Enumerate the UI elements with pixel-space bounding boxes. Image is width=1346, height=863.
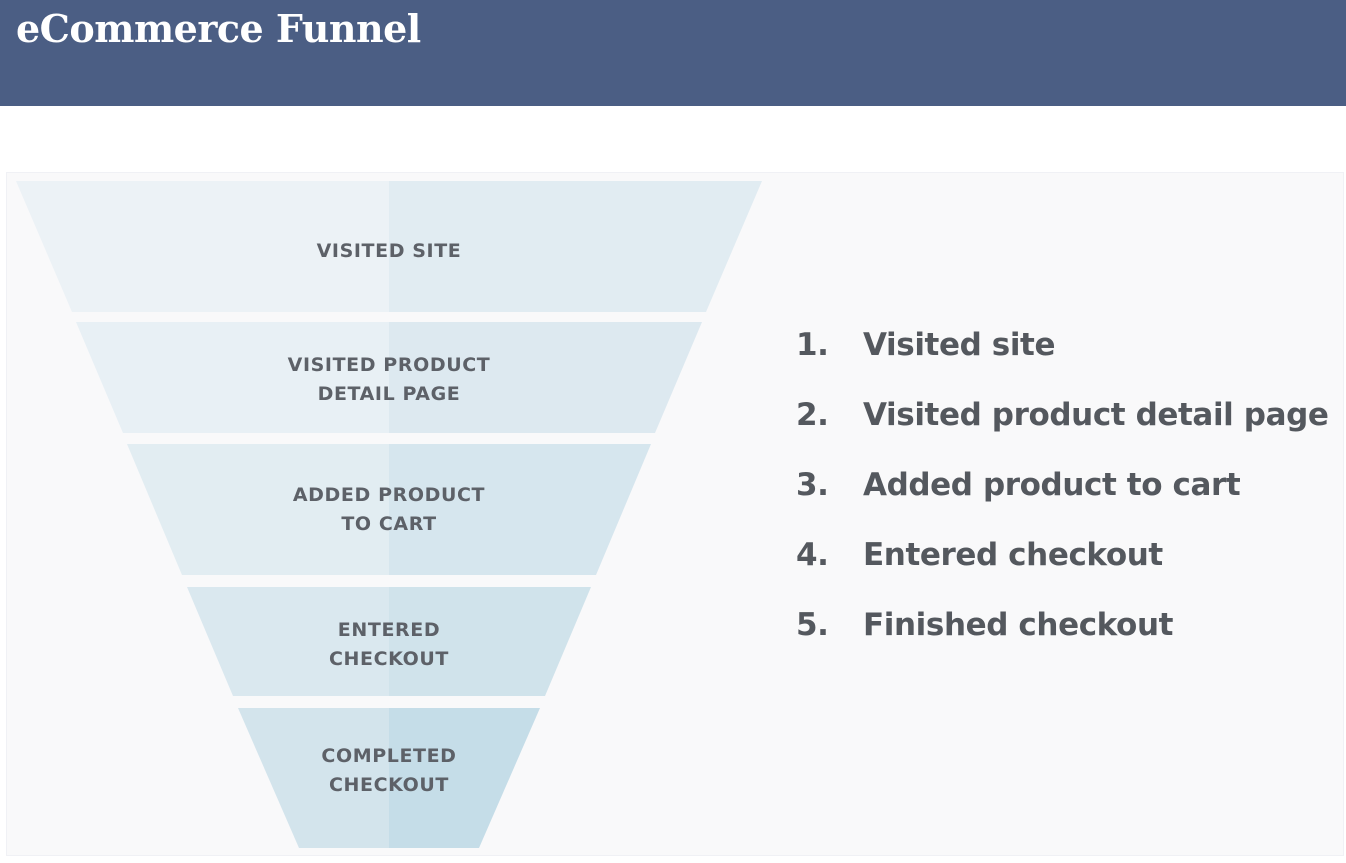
funnel-stage-1-label: VISITED SITE <box>259 237 519 266</box>
funnel-stage-5-label-line2: CHECKOUT <box>329 774 449 796</box>
step-label: Added product to cart <box>863 467 1241 503</box>
step-number: 3. <box>796 467 829 503</box>
funnel-stage-2-label-line2: DETAIL PAGE <box>317 383 461 405</box>
funnel-stage-4-label-line2: CHECKOUT <box>329 648 449 670</box>
step-number: 4. <box>796 537 829 573</box>
list-item: 4. Entered checkout <box>796 532 1341 602</box>
funnel-stage-4-label: ENTERED CHECKOUT <box>259 616 519 674</box>
step-label: Visited product detail page <box>863 397 1329 433</box>
step-number: 2. <box>796 397 829 433</box>
step-label: Finished checkout <box>863 607 1174 643</box>
list-item: 2. Visited product detail page <box>796 392 1341 462</box>
funnel-stage-3-label-line1: ADDED PRODUCT <box>292 484 486 506</box>
list-item: 1. Visited site <box>796 322 1341 392</box>
step-number: 1. <box>796 327 829 363</box>
funnel-stage-1-label-line1: VISITED SITE <box>316 240 462 262</box>
funnel-stage-5-label-line1: COMPLETED <box>321 745 457 767</box>
list-item: 5. Finished checkout <box>796 602 1341 672</box>
funnel-steps-list: 1. Visited site 2. Visited product detai… <box>796 322 1341 672</box>
step-label: Visited site <box>863 327 1056 363</box>
step-label: Entered checkout <box>863 537 1163 573</box>
funnel-stage-3-label-line2: TO CART <box>341 513 437 535</box>
step-number: 5. <box>796 607 829 643</box>
funnel-stage-5-label: COMPLETED CHECKOUT <box>259 742 519 800</box>
funnel-stage-3-label: ADDED PRODUCT TO CART <box>259 481 519 539</box>
funnel-stage-2-label-line1: VISITED PRODUCT <box>287 354 491 376</box>
funnel-stage-4-label-line1: ENTERED <box>337 619 441 641</box>
funnel-stage-2-label: VISITED PRODUCT DETAIL PAGE <box>259 351 519 409</box>
list-item: 3. Added product to cart <box>796 462 1341 532</box>
